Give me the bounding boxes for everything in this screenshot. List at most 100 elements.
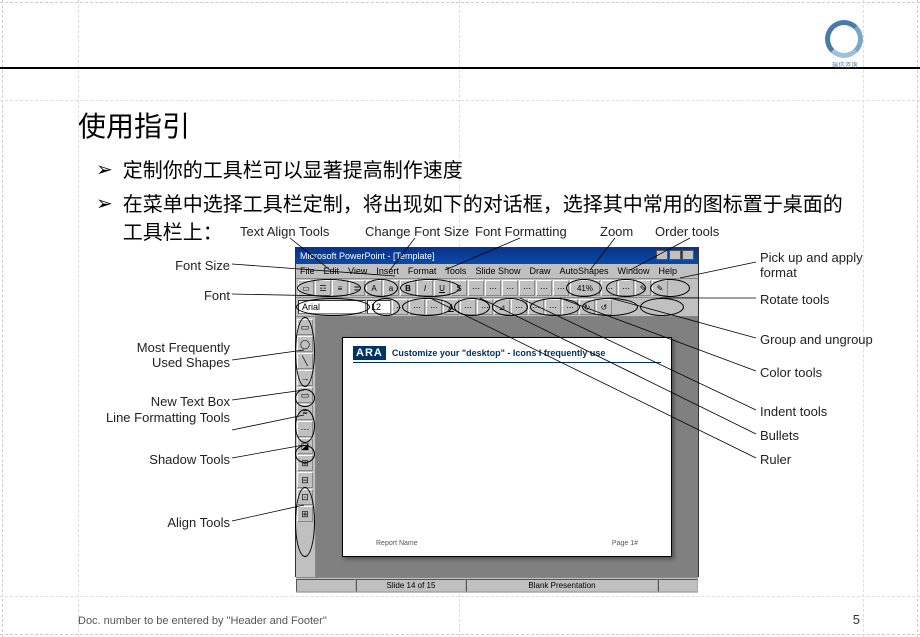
menu-file[interactable]: File [300, 266, 315, 276]
status-slide: Slide 14 of 15 [356, 579, 466, 592]
line-btn[interactable]: ⋯ [297, 421, 313, 437]
bullet-arrow-icon: ➢ [96, 157, 113, 185]
anno-indent: Indent tools [760, 404, 890, 419]
menu-view[interactable]: View [348, 266, 367, 276]
shape-btn[interactable]: ◯ [297, 336, 313, 352]
btn[interactable]: B [400, 280, 416, 296]
align-btn[interactable]: ⊡ [297, 489, 313, 505]
btn[interactable]: ▭ [298, 280, 314, 296]
btn[interactable]: ≣ [349, 280, 365, 296]
btn[interactable]: ⋯ [477, 299, 493, 315]
menu-bar[interactable]: File Edit View Insert Format Tools Slide… [296, 264, 698, 279]
btn[interactable]: A [443, 299, 459, 315]
btn[interactable]: ✎ [635, 280, 651, 296]
btn[interactable]: A [366, 280, 382, 296]
footer-left: Doc. number to be entered by "Header and… [78, 615, 327, 627]
btn[interactable]: ⋯ [601, 280, 617, 296]
shape-btn[interactable]: → [297, 370, 313, 386]
bullet-arrow-icon: ➢ [96, 191, 113, 247]
anno-order-tools: Order tools [655, 224, 719, 239]
btn[interactable]: ⋯ [536, 280, 552, 296]
page-number: 5 [853, 612, 860, 627]
btn[interactable]: ⋯ [519, 280, 535, 296]
textbox-btn[interactable]: ▭ [297, 387, 313, 403]
bullet-text: 定制你的工具栏可以显著提高制作速度 [123, 157, 463, 185]
anno-shadow: Shadow Tools [100, 452, 230, 467]
line-btn[interactable]: ≡ [297, 404, 313, 420]
main-toolbar: ▭ ☲ ≡ ≣ A a B I U S ⋯ ⋯ ⋯ ⋯ ⋯ ⋯ 41% ⋯ ⋯ … [296, 279, 698, 298]
anno-group: Group and ungroup [760, 332, 900, 347]
status-bar: Slide 14 of 15 Blank Presentation [296, 577, 698, 593]
anno-most-freq: Most Frequently Used Shapes [120, 340, 230, 370]
btn[interactable]: ⋯ [545, 299, 561, 315]
btn[interactable]: I [417, 280, 433, 296]
shape-btn[interactable]: ▭ [297, 319, 313, 335]
menu-edit[interactable]: Edit [324, 266, 340, 276]
slide-logo: ARA [353, 346, 386, 360]
anno-ruler: Ruler [760, 452, 890, 467]
btn[interactable]: ✎ [652, 280, 668, 296]
btn[interactable]: ⋯ [511, 299, 527, 315]
btn[interactable]: ⋯ [485, 280, 501, 296]
vertical-toolbar: ▭ ◯ ╲ → ▭ ≡ ⋯ ◪ ⊞ ⊟ ⊡ ⊞ [296, 317, 316, 577]
anno-line-fmt: Line Formatting Tools [100, 410, 230, 425]
embedded-screenshot: Microsoft PowerPoint - [Template] File E… [295, 247, 699, 577]
menu-help[interactable]: Help [659, 266, 678, 276]
zoom-box[interactable]: 41% [570, 280, 600, 296]
slide-canvas: ARA Customize your "desktop" - Icons I f… [342, 337, 672, 557]
menu-slideshow[interactable]: Slide Show [475, 266, 520, 276]
slide-footer-left: Report Name [376, 540, 418, 547]
btn[interactable]: ⋯ [528, 299, 544, 315]
status-pres: Blank Presentation [466, 579, 658, 592]
slide-title: Customize your "desktop" - Icons I frequ… [392, 348, 606, 358]
size-dropdown[interactable]: 12 [367, 300, 391, 314]
btn[interactable]: a [383, 280, 399, 296]
menu-insert[interactable]: Insert [376, 266, 399, 276]
anno-change-font-size: Change Font Size [365, 224, 469, 239]
format-toolbar: Arial 12 ⋯ ⋯ ⋯ A ⋯ ⋯ ⊿ ⋯ ⋯ ⋯ ⋯ ↻ ↺ [296, 298, 698, 317]
anno-pick-apply: Pick up and apply format [760, 250, 890, 280]
btn[interactable]: ≡ [332, 280, 348, 296]
anno-text-align: Text Align Tools [240, 224, 329, 239]
workspace: ▭ ◯ ╲ → ▭ ≡ ⋯ ◪ ⊞ ⊟ ⊡ ⊞ ARA Customize yo… [296, 317, 698, 577]
btn[interactable]: ⋯ [562, 299, 578, 315]
anno-font-size: Font Size [120, 258, 230, 273]
shape-btn[interactable]: ╲ [297, 353, 313, 369]
window-titlebar: Microsoft PowerPoint - [Template] [296, 248, 698, 264]
btn[interactable]: ↻ [579, 299, 595, 315]
anno-font-formatting: Font Formatting [475, 224, 567, 239]
window-title: Microsoft PowerPoint - [Template] [300, 251, 435, 261]
bullet-item: ➢ 定制你的工具栏可以显著提高制作速度 [96, 157, 860, 185]
btn[interactable]: ⋯ [553, 280, 569, 296]
align-btn[interactable]: ⊞ [297, 506, 313, 522]
btn[interactable]: ⋯ [409, 299, 425, 315]
anno-font: Font [120, 288, 230, 303]
btn[interactable]: ⋯ [618, 280, 634, 296]
font-dropdown[interactable]: Arial [298, 300, 366, 314]
btn[interactable]: ⋯ [426, 299, 442, 315]
btn[interactable]: ⋯ [392, 299, 408, 315]
shadow-btn[interactable]: ◪ [297, 438, 313, 454]
brand-logo: 瑞信咨询 [825, 20, 865, 64]
btn[interactable]: ⋯ [502, 280, 518, 296]
align-btn[interactable]: ⊞ [297, 455, 313, 471]
btn[interactable]: ⋯ [460, 299, 476, 315]
divider-rule [0, 67, 920, 69]
anno-new-textbox: New Text Box [100, 394, 230, 409]
page-title: 使用指引 [78, 105, 860, 145]
menu-tools[interactable]: Tools [445, 266, 466, 276]
btn[interactable]: ↺ [596, 299, 612, 315]
align-btn[interactable]: ⊟ [297, 472, 313, 488]
slide-footer-right: Page 1# [612, 540, 638, 547]
menu-autoshapes[interactable]: AutoShapes [559, 266, 608, 276]
btn[interactable]: ☲ [315, 280, 331, 296]
window-controls[interactable] [655, 250, 694, 262]
btn[interactable]: ⊿ [494, 299, 510, 315]
btn[interactable]: S [451, 280, 467, 296]
menu-window[interactable]: Window [618, 266, 650, 276]
anno-bullets: Bullets [760, 428, 890, 443]
btn[interactable]: ⋯ [468, 280, 484, 296]
menu-format[interactable]: Format [408, 266, 437, 276]
btn[interactable]: U [434, 280, 450, 296]
menu-draw[interactable]: Draw [529, 266, 550, 276]
